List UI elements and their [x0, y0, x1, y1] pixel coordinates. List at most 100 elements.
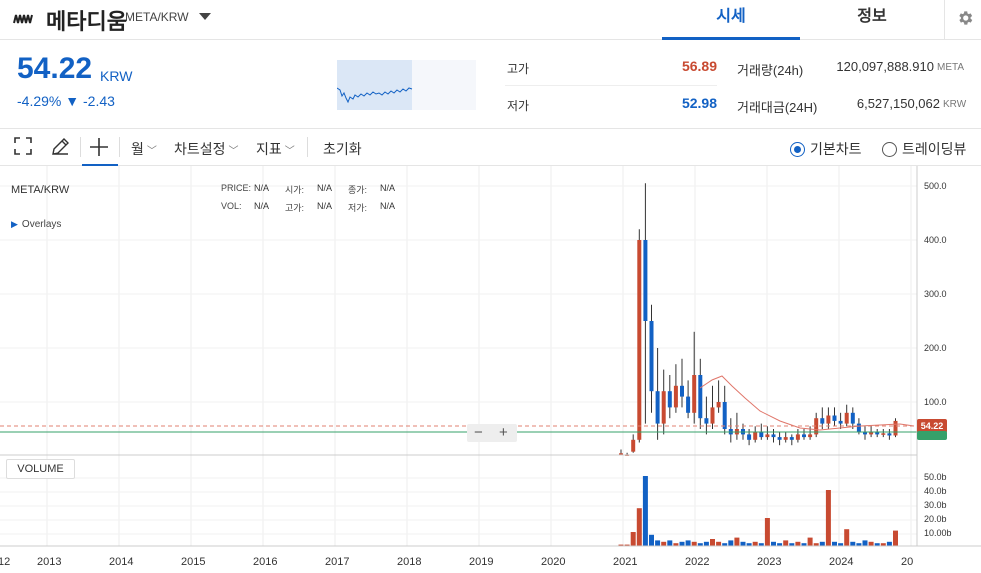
- candle-body: [716, 402, 721, 408]
- low-label: 저가: [507, 99, 530, 113]
- volume-axis-tick: 40.0b: [924, 486, 947, 496]
- x-axis-tick: 12: [0, 556, 11, 568]
- volume-bar: [734, 537, 740, 546]
- volume-bar: [655, 540, 661, 546]
- chart-settings-label: 차트설정: [174, 141, 226, 157]
- reset-button[interactable]: 초기화: [323, 139, 362, 159]
- x-axis-tick: 2024: [829, 556, 854, 568]
- pencil-icon[interactable]: [50, 137, 70, 157]
- coin-dropdown-icon[interactable]: [198, 12, 212, 21]
- settings-button[interactable]: [944, 0, 981, 40]
- volume-bar: [795, 541, 801, 546]
- toolbar-divider: [119, 137, 120, 157]
- coin-name: 메타디움: [46, 9, 127, 34]
- candle-body: [753, 431, 758, 440]
- zoom-in-button[interactable]: +: [499, 424, 508, 441]
- volume-bar: [862, 540, 868, 546]
- candle-body: [747, 434, 752, 440]
- price-chart-area[interactable]: META/KRW ▶ Overlays PRICE: N/A 시가: N/A 종가…: [0, 166, 981, 573]
- x-axis-tick: 2017: [325, 556, 350, 568]
- y-axis-tick: 100.0: [924, 397, 947, 407]
- x-axis-tick: 2021: [613, 556, 638, 568]
- volume-bar: [679, 541, 685, 546]
- basic-chart-label: 기본차트: [810, 141, 862, 157]
- change-amount: ▼ -2.43: [65, 93, 115, 109]
- candle-body: [637, 240, 642, 440]
- candle-body: [826, 415, 831, 424]
- legend-vol-label: VOL:: [221, 201, 242, 211]
- price-unit: KRW: [100, 68, 133, 84]
- volume-bar: [728, 540, 734, 546]
- candle-body: [649, 321, 654, 392]
- volume-bar: [667, 540, 673, 546]
- volume-bar: [783, 540, 789, 546]
- tradingview-radio[interactable]: 트레이딩뷰: [882, 139, 966, 159]
- zoom-out-button[interactable]: −: [474, 424, 483, 441]
- moving-average-line: [699, 375, 915, 431]
- current-price: 54.22: [17, 52, 93, 85]
- header-bar: 메타디움 META/KRW 시세 정보: [0, 0, 981, 40]
- candle-body: [667, 391, 672, 408]
- candle-body: [765, 434, 770, 438]
- y-axis-tick: 500.0: [924, 181, 947, 191]
- volume-bar: [819, 541, 825, 546]
- interval-menu[interactable]: 월 ﹀: [131, 139, 157, 159]
- price-change: -4.29% ▼ -2.43: [17, 93, 115, 109]
- legend-open-label: 시가:: [285, 185, 305, 195]
- candle-body: [777, 437, 782, 440]
- x-axis-tick: 2016: [253, 556, 278, 568]
- legend-high-value: N/A: [317, 201, 333, 211]
- volume-bar: [691, 541, 697, 546]
- candle-body: [771, 434, 776, 438]
- radio-selected-icon: [790, 142, 805, 157]
- volume-bar: [850, 541, 856, 546]
- volume-bar: [807, 537, 813, 546]
- tab-info[interactable]: 정보: [803, 0, 941, 40]
- volume-bar: [740, 541, 746, 546]
- basic-chart-radio[interactable]: 기본차트: [790, 139, 862, 159]
- candlestick-chart[interactable]: [0, 166, 981, 573]
- candle-body: [820, 418, 825, 424]
- candle-body: [692, 375, 697, 413]
- x-axis-tick: 2020: [541, 556, 566, 568]
- volume-bars: [618, 476, 898, 546]
- candle-body: [722, 402, 727, 429]
- volume-bar: [636, 508, 642, 546]
- indicators-label: 지표: [256, 141, 282, 157]
- volume-bar: [710, 539, 715, 546]
- radio-unselected-icon: [882, 142, 897, 157]
- stats-divider: [505, 85, 717, 86]
- candle-body: [887, 433, 892, 436]
- x-axis-tick: 2014: [109, 556, 134, 568]
- legend-low-label: 저가:: [348, 203, 368, 213]
- fullscreen-icon[interactable]: [14, 137, 32, 155]
- low-value: 52.98: [681, 95, 717, 111]
- chart-settings-menu[interactable]: 차트설정 ﹀: [174, 139, 239, 159]
- x-axis-tick: 2022: [685, 556, 710, 568]
- toolbar-divider: [80, 137, 81, 157]
- indicators-menu[interactable]: 지표 ﹀: [256, 139, 295, 159]
- volume-bar: [661, 541, 667, 546]
- x-axis-tick: 2019: [469, 556, 494, 568]
- candle-body: [783, 437, 788, 440]
- candle-body: [661, 391, 666, 424]
- crosshair-icon[interactable]: [88, 136, 110, 158]
- candle-body: [673, 385, 678, 408]
- volume-bar: [649, 534, 654, 546]
- y-axis-tick: 200.0: [924, 343, 947, 353]
- legend-close-label: 종가:: [348, 185, 368, 195]
- legend-price-value: N/A: [254, 183, 270, 193]
- baseline-price-tag: [917, 431, 947, 440]
- legend-close-value: N/A: [380, 183, 396, 193]
- amount-24h-value: 6,527,150,062: [856, 96, 940, 111]
- volume-24h-value: 120,097,888.910: [836, 59, 934, 74]
- candles: [619, 183, 898, 456]
- volume-axis-tick: 20.0b: [924, 514, 947, 524]
- tab-price[interactable]: 시세: [662, 0, 800, 40]
- triangle-right-icon: ▶: [11, 219, 18, 229]
- y-axis-tick: 400.0: [924, 235, 947, 245]
- overlays-toggle[interactable]: ▶ Overlays: [11, 219, 61, 230]
- candle-body: [698, 375, 703, 419]
- high-value: 56.89: [681, 58, 717, 74]
- volume-bar: [893, 530, 898, 546]
